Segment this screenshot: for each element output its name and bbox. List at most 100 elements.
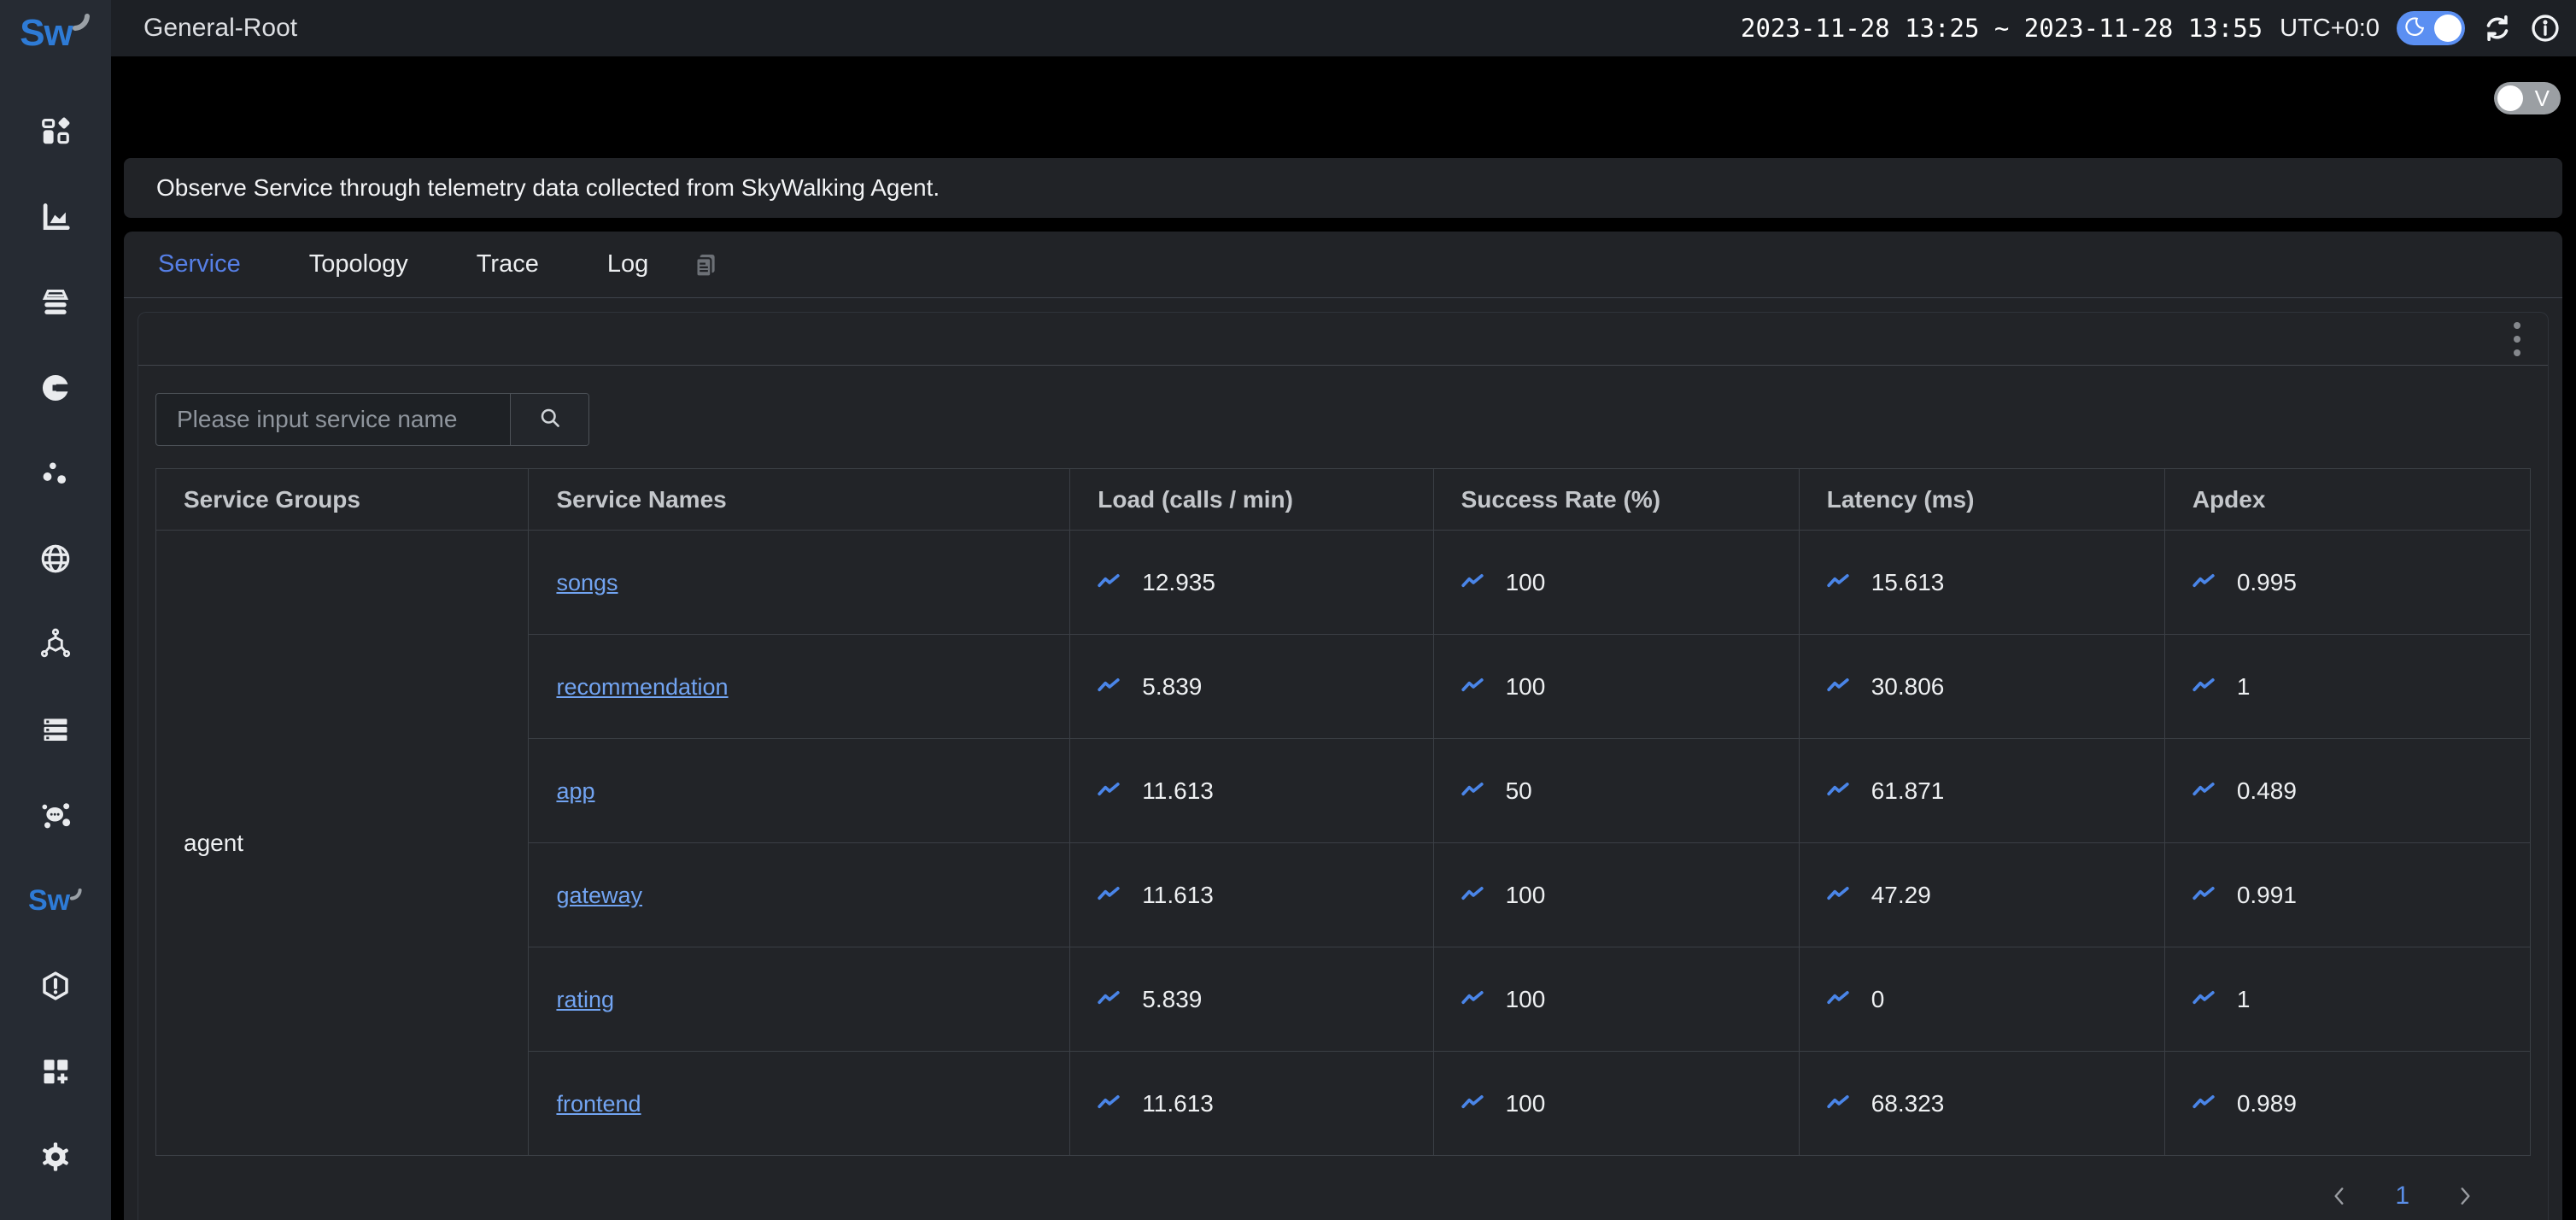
metric-value: 100 (1506, 986, 1546, 1013)
service-link[interactable]: frontend (556, 1091, 641, 1117)
refresh-icon[interactable] (2482, 13, 2513, 44)
search-input[interactable] (156, 394, 510, 445)
metric-value: 11.613 (1142, 1090, 1214, 1117)
trend-icon (1098, 1093, 1120, 1115)
search-button[interactable] (510, 394, 588, 445)
metric-value: 11.613 (1142, 882, 1214, 909)
table-header-row: Service Groups Service Names Load (calls… (156, 469, 2531, 531)
trend-icon (1098, 988, 1120, 1011)
metric-value: 0 (1871, 986, 1885, 1013)
tab-topology[interactable]: Topology (309, 250, 408, 279)
trend-icon (1827, 780, 1849, 802)
metric-value: 0.991 (2237, 882, 2297, 909)
info-icon[interactable] (2530, 13, 2561, 44)
service-link[interactable]: app (556, 778, 594, 804)
settings-icon (38, 1140, 73, 1174)
service-table: Service Groups Service Names Load (calls… (155, 468, 2531, 1156)
view-mode-toggle[interactable]: V (2494, 82, 2561, 114)
tabs-panel: Service Topology Trace Log (124, 232, 2562, 1220)
service-link[interactable]: songs (556, 570, 618, 595)
top-bar-controls: 2023-11-28 13:25 ~ 2023-11-28 13:55 UTC+… (1741, 11, 2561, 45)
skywalking-logo[interactable]: Sw (20, 0, 91, 89)
col-load: Load (calls / min) (1070, 469, 1433, 531)
cube-icon (39, 628, 72, 660)
trend-icon (1827, 572, 1849, 594)
sidebar-item-new-dashboard[interactable] (0, 1029, 111, 1114)
prev-page-icon[interactable] (2328, 1185, 2351, 1207)
trend-icon (1461, 572, 1484, 594)
scatter-icon (39, 457, 72, 490)
skywalking-app: Sw (0, 0, 2576, 1220)
tab-service[interactable]: Service (158, 250, 241, 279)
metric-value: 50 (1506, 777, 1532, 805)
page-number[interactable]: 1 (2395, 1182, 2409, 1211)
table-row: agent songs 12.935 100 15.613 0.995 (156, 531, 2531, 635)
toggle-knob (2497, 85, 2523, 111)
trend-icon (2193, 676, 2215, 698)
layers-icon (39, 286, 72, 319)
dashboard-toolbar: V (111, 56, 2576, 139)
metric-value: 30.806 (1871, 673, 1945, 701)
sidebar-item-self-observability[interactable]: Sw (0, 858, 111, 943)
metric-value: 5.839 (1142, 986, 1202, 1013)
trend-icon (1098, 572, 1120, 594)
trend-icon (2193, 780, 2215, 802)
trend-icon (1461, 1093, 1484, 1115)
metric-value: 100 (1506, 882, 1546, 909)
metric-value: 15.613 (1871, 569, 1945, 596)
sidebar-item-layers[interactable] (0, 260, 111, 345)
trend-icon (2193, 884, 2215, 906)
tab-trace[interactable]: Trace (477, 250, 539, 279)
search-row (155, 393, 2531, 446)
tab-log[interactable]: Log (607, 250, 648, 279)
metric-value: 1 (2237, 673, 2251, 701)
sidebar-item-mq[interactable] (0, 772, 111, 858)
logo-swoosh-icon (73, 14, 91, 37)
metric-value: 47.29 (1871, 882, 1931, 909)
search-box (155, 393, 589, 446)
metric-value: 5.839 (1142, 673, 1202, 701)
moon-icon (2403, 15, 2426, 42)
widget-header (138, 313, 2548, 366)
service-link[interactable]: gateway (556, 883, 642, 908)
trend-icon (1827, 1093, 1849, 1115)
next-page-icon[interactable] (2454, 1185, 2476, 1207)
service-link[interactable]: rating (556, 987, 614, 1012)
sidebar-item-scatter[interactable] (0, 431, 111, 516)
trend-icon (2193, 1093, 2215, 1115)
trend-icon (1827, 884, 1849, 906)
sidebar-item-kubernetes[interactable] (0, 601, 111, 687)
dashboard-icon (39, 115, 72, 148)
kebab-menu-icon[interactable] (2509, 317, 2526, 361)
time-range-picker[interactable]: 2023-11-28 13:25 ~ 2023-11-28 13:55 (1741, 14, 2263, 43)
documents-icon[interactable] (691, 250, 720, 279)
server-list-icon (39, 713, 72, 746)
sidebar-item-settings[interactable] (0, 1114, 111, 1199)
trend-icon (1461, 780, 1484, 802)
timezone-label: UTC+0:0 (2280, 15, 2380, 43)
sidebar-item-dashboards[interactable] (0, 89, 111, 174)
sidebar-item-alarm[interactable] (0, 943, 111, 1029)
service-group-cell: agent (156, 531, 529, 1156)
col-service-names: Service Names (529, 469, 1070, 531)
sidebar-item-pie[interactable] (0, 345, 111, 431)
service-link[interactable]: recommendation (556, 674, 728, 700)
dark-mode-toggle[interactable] (2397, 11, 2465, 45)
description-banner: Observe Service through telemetry data c… (124, 158, 2562, 218)
trend-icon (1098, 676, 1120, 698)
service-list-widget: Service Groups Service Names Load (calls… (138, 312, 2549, 1220)
toggle-knob (2434, 15, 2462, 42)
metric-value: 0.989 (2237, 1090, 2297, 1117)
view-toggle-label: V (2535, 85, 2550, 112)
sidebar-item-browser[interactable] (0, 516, 111, 601)
sidebar: Sw (0, 0, 111, 1220)
sidebar-item-metrics[interactable] (0, 174, 111, 260)
globe-icon (39, 543, 72, 575)
metric-value: 0.489 (2237, 777, 2297, 805)
sidebar-item-virtual-machine[interactable] (0, 687, 111, 772)
tab-bar: Service Topology Trace Log (124, 232, 2562, 298)
top-bar: General-Root 2023-11-28 13:25 ~ 2023-11-… (111, 0, 2576, 56)
pie-chart-icon (39, 372, 72, 404)
trend-icon (1827, 676, 1849, 698)
pagination: 1 (155, 1156, 2531, 1220)
